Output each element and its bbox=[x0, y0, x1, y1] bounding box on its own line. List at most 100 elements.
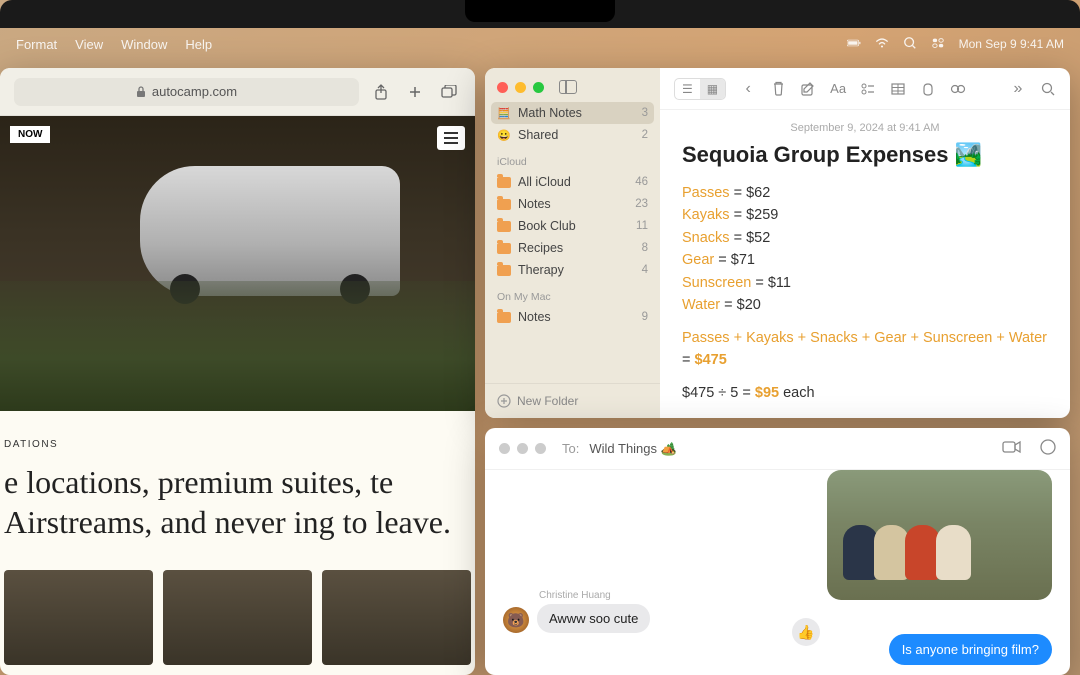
table-icon[interactable] bbox=[890, 81, 906, 97]
minimize-button[interactable] bbox=[517, 443, 528, 454]
messages-header: To: Wild Things 🏕️ bbox=[485, 428, 1070, 470]
person-image bbox=[936, 525, 971, 580]
search-icon[interactable] bbox=[1040, 81, 1056, 97]
airstream-trailer-image bbox=[140, 166, 400, 296]
new-folder-button[interactable]: New Folder bbox=[485, 383, 660, 418]
wifi-icon[interactable] bbox=[875, 36, 889, 53]
sidebar-item-count: 3 bbox=[642, 107, 648, 119]
sidebar-item-notes[interactable]: Notes23 bbox=[485, 193, 660, 215]
menu-window[interactable]: Window bbox=[121, 37, 167, 52]
content-eyebrow: DATIONS bbox=[0, 439, 475, 450]
to-label: To: bbox=[562, 441, 579, 456]
sidebar-item-count: 23 bbox=[635, 198, 648, 210]
list-view-icon[interactable]: ☰ bbox=[675, 79, 700, 99]
new-tab-button[interactable] bbox=[403, 80, 427, 104]
image-gallery bbox=[0, 570, 475, 665]
trash-icon[interactable] bbox=[770, 81, 786, 97]
view-mode-segment[interactable]: ☰ ▦ bbox=[674, 78, 726, 100]
close-button[interactable] bbox=[497, 82, 508, 93]
sidebar-item-count: 2 bbox=[642, 129, 648, 141]
share-button[interactable] bbox=[369, 80, 393, 104]
gallery-image[interactable] bbox=[163, 570, 312, 665]
gallery-image[interactable] bbox=[4, 570, 153, 665]
sidebar-item-label: Book Club bbox=[518, 219, 576, 233]
checklist-icon[interactable] bbox=[860, 81, 876, 97]
sidebar-item-label: Notes bbox=[518, 310, 551, 324]
media-icon[interactable] bbox=[920, 81, 936, 97]
message-bubble[interactable]: Awww soo cute bbox=[537, 604, 650, 633]
back-button[interactable]: ‹ bbox=[740, 81, 756, 97]
note-title: Sequoia Group Expenses 🏞️ bbox=[682, 142, 1048, 168]
note-line: Snacks = $52 bbox=[682, 227, 1048, 249]
spotlight-icon[interactable] bbox=[903, 36, 917, 53]
sidebar-section-header: On My Mac bbox=[485, 281, 660, 306]
sender-name: Christine Huang bbox=[539, 590, 650, 601]
note-body[interactable]: September 9, 2024 at 9:41 AM Sequoia Gro… bbox=[660, 110, 1070, 416]
sidebar-item-book-club[interactable]: Book Club 11 bbox=[485, 215, 660, 237]
link-icon[interactable] bbox=[950, 81, 966, 97]
menubar: Format View Window Help Mon Sep 9 9:41 A… bbox=[0, 32, 1080, 56]
new-folder-label: New Folder bbox=[517, 394, 578, 408]
notes-window: 🧮 Math Notes 3 😀 Shared 2 iCloud All iCl… bbox=[485, 68, 1070, 418]
more-icon[interactable]: » bbox=[1010, 81, 1026, 97]
sidebar-item-local-notes[interactable]: Notes 9 bbox=[485, 306, 660, 328]
sidebar-item-math-notes[interactable]: 🧮 Math Notes 3 bbox=[491, 102, 654, 124]
info-icon[interactable] bbox=[1040, 439, 1056, 458]
to-value[interactable]: Wild Things 🏕️ bbox=[589, 441, 676, 457]
video-call-icon[interactable] bbox=[1002, 440, 1022, 457]
menubar-datetime[interactable]: Mon Sep 9 9:41 AM bbox=[959, 37, 1064, 51]
book-now-badge[interactable]: NOW bbox=[10, 126, 50, 143]
tapback-reaction[interactable]: 👍 bbox=[792, 618, 820, 646]
sender-avatar[interactable]: 🐻 bbox=[503, 607, 529, 633]
safari-toolbar: autocamp.com bbox=[0, 68, 475, 116]
gallery-image[interactable] bbox=[322, 570, 471, 665]
maximize-button[interactable] bbox=[533, 82, 544, 93]
control-center-icon[interactable] bbox=[931, 36, 945, 53]
battery-icon[interactable] bbox=[847, 36, 861, 53]
math-icon: 🧮 bbox=[497, 106, 511, 120]
menu-format[interactable]: Format bbox=[16, 37, 57, 52]
note-date: September 9, 2024 at 9:41 AM bbox=[682, 122, 1048, 134]
sidebar-item-label: Recipes bbox=[518, 241, 563, 255]
sidebar-item-count: 9 bbox=[642, 311, 648, 323]
sidebar-item-count: 8 bbox=[642, 242, 648, 254]
folder-icon bbox=[497, 177, 511, 188]
notes-sidebar: 🧮 Math Notes 3 😀 Shared 2 iCloud All iCl… bbox=[485, 68, 660, 418]
sidebar-item-recipes[interactable]: Recipes 8 bbox=[485, 237, 660, 259]
sidebar-item-label: All iCloud bbox=[518, 175, 571, 189]
folder-icon bbox=[497, 221, 511, 232]
format-button[interactable]: Aa bbox=[830, 81, 846, 97]
grid-view-icon[interactable]: ▦ bbox=[700, 79, 725, 99]
note-line: Gear = $71 bbox=[682, 249, 1048, 271]
note-sum-result: = $475 bbox=[682, 349, 1048, 371]
minimize-button[interactable] bbox=[515, 82, 526, 93]
outgoing-message-bubble[interactable]: Is anyone bringing film? bbox=[889, 634, 1052, 665]
compose-icon[interactable] bbox=[800, 81, 816, 97]
laptop-frame bbox=[0, 0, 1080, 28]
lock-icon bbox=[136, 86, 146, 98]
menu-view[interactable]: View bbox=[75, 37, 103, 52]
sent-photo[interactable] bbox=[827, 470, 1052, 600]
close-button[interactable] bbox=[499, 443, 510, 454]
sidebar-item-count: 11 bbox=[636, 220, 648, 232]
sidebar-item-shared[interactable]: 😀 Shared 2 bbox=[485, 124, 660, 146]
tabs-button[interactable] bbox=[437, 80, 461, 104]
note-line: Passes = $62 bbox=[682, 182, 1048, 204]
hamburger-menu-button[interactable] bbox=[437, 126, 465, 150]
address-bar[interactable]: autocamp.com bbox=[14, 78, 359, 106]
folder-icon bbox=[497, 199, 511, 210]
menu-help[interactable]: Help bbox=[185, 37, 212, 52]
foliage-image bbox=[0, 281, 475, 411]
sidebar-toggle-icon[interactable] bbox=[559, 80, 577, 94]
sidebar-item-all-icloud[interactable]: All iCloud46 bbox=[485, 171, 660, 193]
messages-window: To: Wild Things 🏕️ Christine Huang 🐻 Aww… bbox=[485, 428, 1070, 675]
note-line: Kayaks = $259 bbox=[682, 204, 1048, 226]
sidebar-item-therapy[interactable]: Therapy4 bbox=[485, 259, 660, 281]
hero-image: NOW bbox=[0, 116, 475, 411]
shared-icon: 😀 bbox=[497, 128, 511, 142]
folder-icon bbox=[497, 312, 511, 323]
maximize-button[interactable] bbox=[535, 443, 546, 454]
camera-notch bbox=[465, 0, 615, 22]
notes-toolbar: ☰ ▦ ‹ Aa » bbox=[660, 68, 1070, 110]
address-bar-text: autocamp.com bbox=[152, 84, 237, 99]
